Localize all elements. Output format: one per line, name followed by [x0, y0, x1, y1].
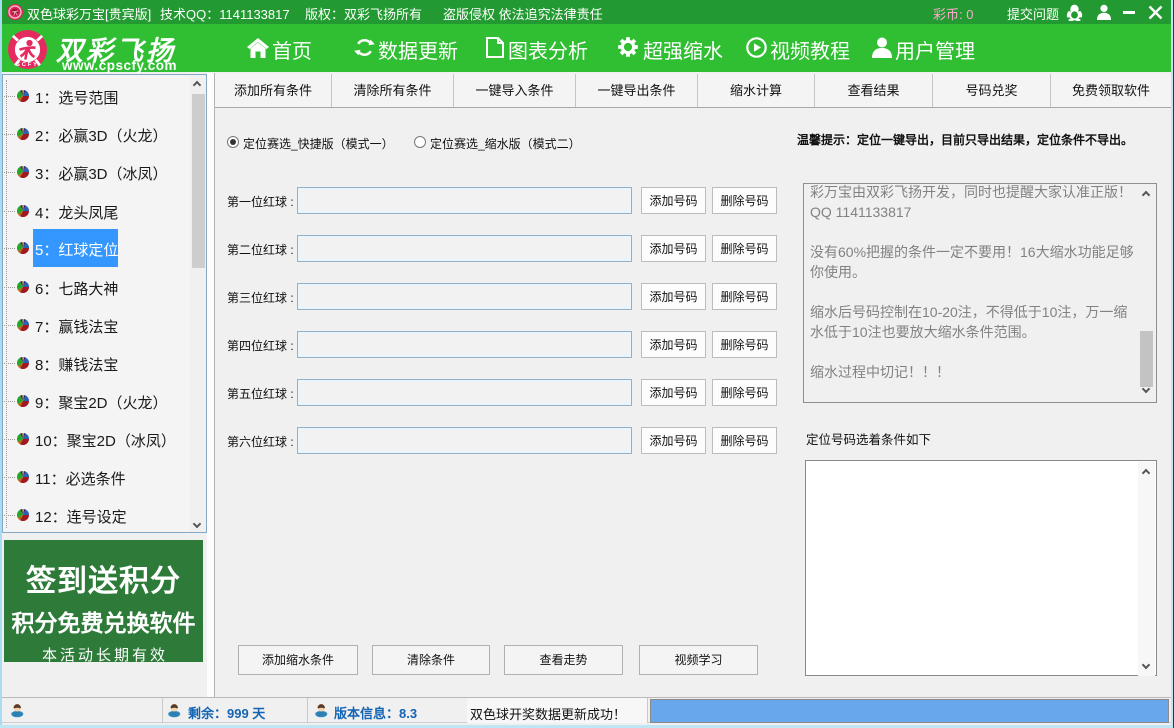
- svg-text:SCFY: SCFY: [16, 62, 39, 68]
